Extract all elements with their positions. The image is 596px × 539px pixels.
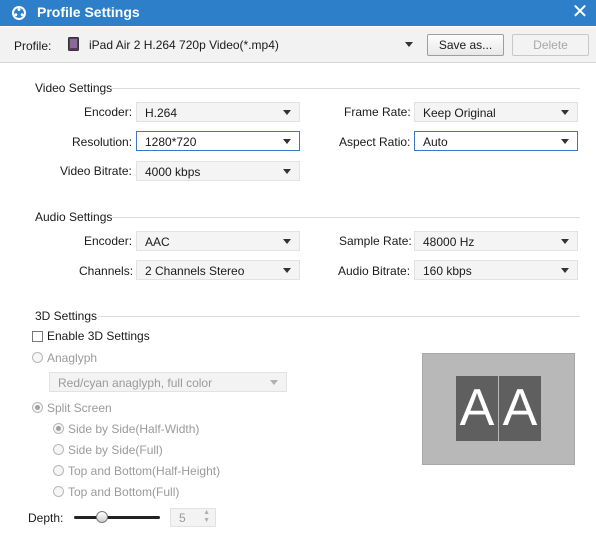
audio-bitrate-select[interactable]: 160 kbps <box>414 260 578 280</box>
anaglyph-select[interactable]: Red/cyan anaglyph, full color <box>49 372 287 392</box>
chevron-down-icon <box>561 268 569 273</box>
split-screen-radio[interactable] <box>32 402 43 413</box>
save-as-button[interactable]: Save as... <box>427 34 504 56</box>
split-screen-label: Split Screen <box>47 401 112 415</box>
side-by-side-half-label: Side by Side(Half-Width) <box>68 422 200 436</box>
sample-rate-label: Sample Rate: <box>339 234 412 248</box>
preview-left-glyph: A <box>456 376 498 441</box>
frame-rate-label: Frame Rate: <box>344 105 411 119</box>
3d-divider <box>98 316 580 317</box>
resolution-select[interactable]: 1280*720 <box>136 131 300 151</box>
spin-arrows-icon[interactable]: ▲ ▼ <box>203 509 210 525</box>
side-by-side-full-label: Side by Side(Full) <box>68 443 163 457</box>
depth-slider-thumb[interactable] <box>96 511 109 523</box>
channels-value: 2 Channels Stereo <box>145 264 245 278</box>
chevron-down-icon <box>283 110 291 115</box>
chevron-down-icon <box>283 169 291 174</box>
video-bitrate-value: 4000 kbps <box>145 165 201 179</box>
depth-value: 5 <box>179 511 186 525</box>
app-logo-icon <box>12 6 26 20</box>
profile-bar: Profile: iPad Air 2 H.264 720p Video(*.m… <box>0 27 596 63</box>
depth-spinbox[interactable]: 5 ▲ ▼ <box>170 508 216 527</box>
chevron-down-icon <box>283 139 291 144</box>
top-bottom-half-radio[interactable] <box>53 465 64 476</box>
enable-3d-label: Enable 3D Settings <box>47 329 150 343</box>
anaglyph-value: Red/cyan anaglyph, full color <box>58 376 213 390</box>
chevron-down-icon <box>561 239 569 244</box>
resolution-label: Resolution: <box>72 135 133 149</box>
video-bitrate-label: Video Bitrate: <box>60 164 132 178</box>
audio-encoder-select[interactable]: AAC <box>136 231 300 251</box>
aspect-ratio-label: Aspect Ratio: <box>339 135 411 149</box>
profile-select[interactable]: iPad Air 2 H.264 720p Video(*.mp4) <box>62 34 418 54</box>
depth-label: Depth: <box>28 511 64 525</box>
chevron-down-icon <box>405 42 413 47</box>
chevron-down-icon <box>283 268 291 273</box>
depth-slider-track <box>74 516 160 519</box>
enable-3d-checkbox[interactable] <box>32 331 43 342</box>
audio-divider <box>112 217 580 218</box>
audio-settings-heading: Audio Settings <box>35 210 113 224</box>
chevron-down-icon <box>561 139 569 144</box>
anaglyph-label: Anaglyph <box>47 351 98 365</box>
chevron-down-icon <box>283 239 291 244</box>
audio-bitrate-label: Audio Bitrate: <box>338 264 411 278</box>
video-encoder-value: H.264 <box>145 106 178 120</box>
side-by-side-full-radio[interactable] <box>53 444 64 455</box>
title-bar: Profile Settings ✕ <box>0 0 596 26</box>
audio-encoder-value: AAC <box>145 235 170 249</box>
sample-rate-value: 48000 Hz <box>423 235 475 249</box>
top-bottom-full-label: Top and Bottom(Full) <box>68 485 180 499</box>
delete-button[interactable]: Delete <box>512 34 589 56</box>
chevron-down-icon <box>561 110 569 115</box>
aspect-ratio-value: Auto <box>423 135 448 149</box>
device-icon <box>68 37 79 51</box>
aspect-ratio-select[interactable]: Auto <box>414 131 578 151</box>
side-by-side-half-radio[interactable] <box>53 423 64 434</box>
audio-bitrate-value: 160 kbps <box>423 264 472 278</box>
top-bottom-half-label: Top and Bottom(Half-Height) <box>68 464 221 478</box>
video-encoder-label: Encoder: <box>84 105 133 119</box>
close-icon[interactable]: ✕ <box>569 1 591 23</box>
frame-rate-select[interactable]: Keep Original <box>414 102 578 122</box>
resolution-value: 1280*720 <box>145 135 197 149</box>
chevron-down-icon <box>270 380 278 385</box>
anaglyph-radio[interactable] <box>32 352 43 363</box>
video-divider <box>110 88 580 89</box>
depth-slider[interactable] <box>74 511 160 523</box>
video-settings-heading: Video Settings <box>35 81 113 95</box>
profile-value: iPad Air 2 H.264 720p Video(*.mp4) <box>89 38 279 52</box>
profile-label: Profile: <box>14 39 52 53</box>
channels-label: Channels: <box>79 264 134 278</box>
frame-rate-value: Keep Original <box>423 106 496 120</box>
sample-rate-select[interactable]: 48000 Hz <box>414 231 578 251</box>
video-encoder-select[interactable]: H.264 <box>136 102 300 122</box>
audio-encoder-label: Encoder: <box>84 234 133 248</box>
top-bottom-full-radio[interactable] <box>53 486 64 497</box>
3d-settings-heading: 3D Settings <box>35 309 98 323</box>
channels-select[interactable]: 2 Channels Stereo <box>136 260 300 280</box>
window-title: Profile Settings <box>37 4 140 20</box>
3d-preview: A A <box>422 353 575 465</box>
preview-right-glyph: A <box>499 376 541 441</box>
video-bitrate-select[interactable]: 4000 kbps <box>136 161 300 181</box>
